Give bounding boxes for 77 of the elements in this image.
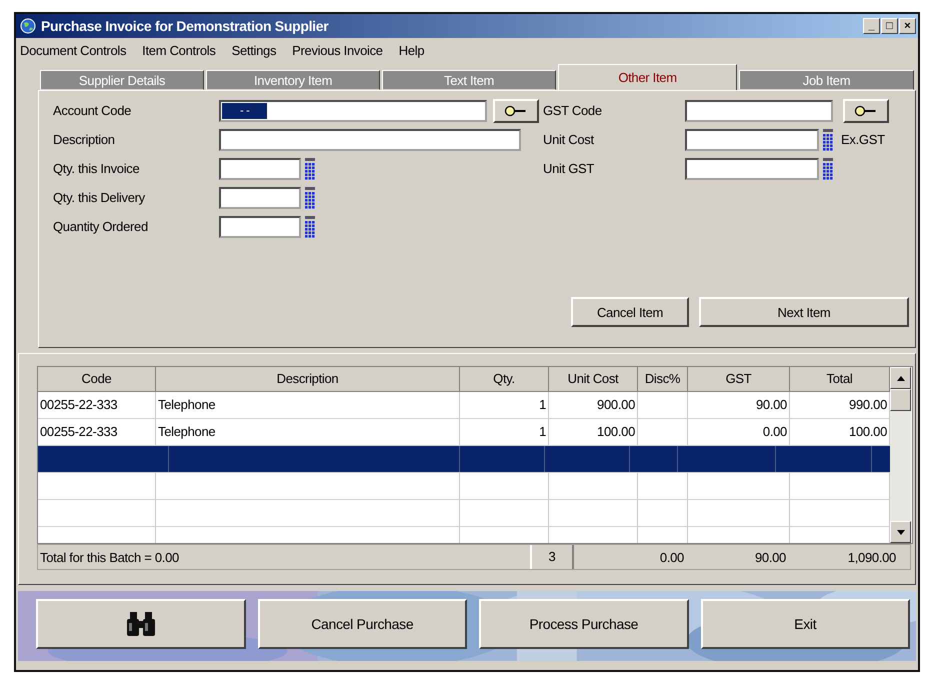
- calculator-button[interactable]: [305, 186, 317, 210]
- calculator-icon: [823, 129, 833, 151]
- table-cell: 1: [460, 392, 549, 418]
- action-button[interactable]: Cancel Purchase: [258, 599, 467, 649]
- grand-total: 1,090.00: [846, 550, 896, 564]
- table-cell: 100.00: [549, 419, 638, 445]
- menu-item[interactable]: Help: [398, 43, 424, 59]
- input-field[interactable]: [685, 158, 819, 180]
- calculator-icon: [305, 158, 315, 180]
- column-header[interactable]: Description: [156, 367, 460, 391]
- key-icon: [854, 105, 878, 117]
- column-header[interactable]: Disc%: [638, 367, 688, 391]
- field-label: Description: [53, 131, 116, 149]
- input-field[interactable]: [219, 129, 521, 151]
- calculator-button[interactable]: [823, 157, 835, 181]
- scroll-thumb[interactable]: [890, 389, 911, 411]
- menu-item[interactable]: Item Controls: [142, 43, 216, 59]
- tab[interactable]: Other Item: [558, 64, 738, 90]
- calculator-icon: [305, 216, 315, 238]
- item-count: 3: [530, 545, 574, 569]
- column-header[interactable]: Unit Cost: [549, 367, 638, 391]
- globe-icon: [20, 18, 36, 34]
- menu-item[interactable]: Settings: [232, 43, 276, 59]
- lookup-button[interactable]: [843, 99, 889, 123]
- calculator-button[interactable]: [305, 157, 317, 181]
- table-cell: 900.00: [549, 392, 638, 418]
- table-cell: Telephone: [156, 392, 460, 418]
- table-row[interactable]: 00255-22-333 Telephone 1 900.00 90.00 990.00: [38, 392, 890, 419]
- next-item-button[interactable]: Next Item: [699, 297, 909, 327]
- binoculars-icon: [126, 611, 156, 637]
- key-icon: [504, 105, 528, 117]
- field-label: Qty. this Invoice: [53, 160, 140, 178]
- calculator-button[interactable]: [305, 215, 317, 239]
- table-cell: 90.00: [688, 392, 790, 418]
- field-note: Ex.GST: [841, 132, 885, 147]
- calculator-button[interactable]: [823, 128, 835, 152]
- action-button[interactable]: Process Purchase: [479, 599, 688, 649]
- input-field[interactable]: [219, 216, 301, 238]
- maximize-button[interactable]: □: [881, 18, 898, 34]
- table-row[interactable]: [38, 446, 890, 473]
- table-cell: 0.00: [688, 419, 790, 445]
- find-button[interactable]: [36, 599, 246, 649]
- calculator-icon: [305, 187, 315, 209]
- selected-text: - -: [222, 103, 268, 119]
- field-label: Unit GST: [543, 160, 596, 178]
- gst-total: 90.00: [754, 550, 786, 564]
- input-field[interactable]: [219, 187, 301, 209]
- cancel-item-button[interactable]: Cancel Item: [571, 297, 689, 327]
- field-label: Quantity Ordered: [53, 218, 149, 236]
- batch-total: Total for this Batch = 0.00: [39, 550, 180, 564]
- scroll-down-icon[interactable]: [890, 521, 911, 543]
- lookup-button[interactable]: [493, 99, 539, 123]
- minimize-button[interactable]: _: [863, 18, 880, 34]
- close-button[interactable]: ×: [899, 18, 916, 34]
- scrollbar[interactable]: [890, 367, 911, 543]
- table-cell: 1: [460, 419, 549, 445]
- field-label: Account Code: [53, 102, 132, 120]
- input-field[interactable]: [219, 158, 301, 180]
- calculator-icon: [823, 158, 833, 180]
- column-header[interactable]: Qty.: [460, 367, 549, 391]
- field-label: GST Code: [543, 102, 603, 120]
- input-field[interactable]: - -: [219, 100, 487, 122]
- input-field[interactable]: [685, 100, 833, 122]
- table-cell: 00255-22-333: [38, 419, 156, 445]
- input-field[interactable]: [685, 129, 819, 151]
- action-button[interactable]: Exit: [700, 599, 910, 649]
- column-header[interactable]: GST: [688, 367, 790, 391]
- window-title: Purchase Invoice for Demonstration Supplier: [41, 18, 330, 34]
- disc-total: 0.00: [658, 550, 684, 564]
- menu-item[interactable]: Previous Invoice: [292, 43, 383, 59]
- menu-item[interactable]: Document Controls: [20, 43, 126, 59]
- scroll-up-icon[interactable]: [890, 367, 911, 389]
- table-cell: 00255-22-333: [38, 392, 156, 418]
- field-label: Unit Cost: [543, 131, 595, 149]
- column-header[interactable]: Code: [38, 367, 156, 391]
- table-cell: Telephone: [156, 419, 460, 445]
- field-label: Qty. this Delivery: [53, 189, 146, 207]
